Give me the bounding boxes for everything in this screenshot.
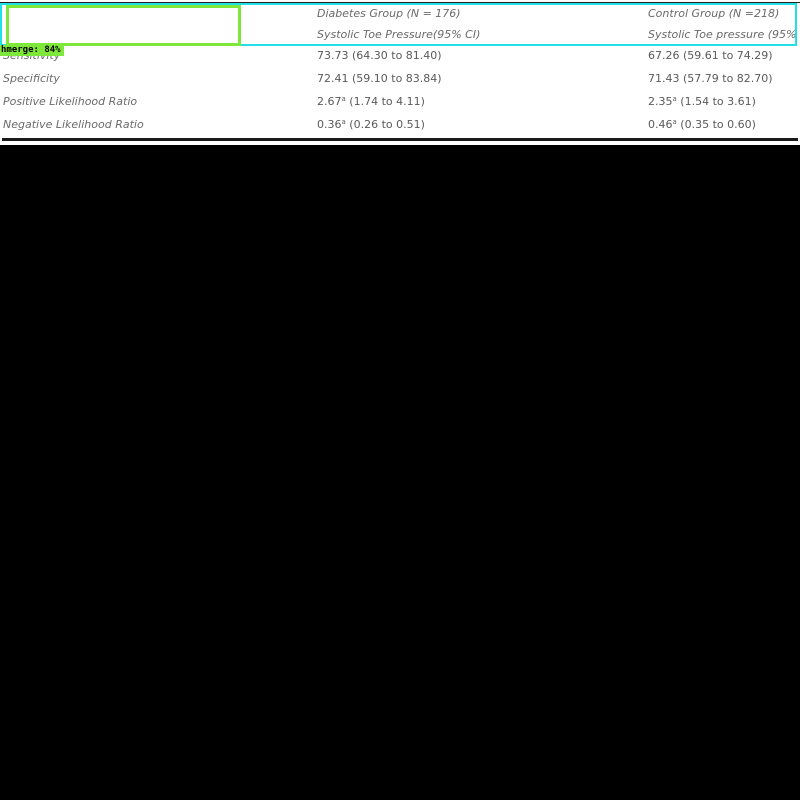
row-positive-lr-col1: 2.67a (1.74 to 4.11)	[317, 95, 425, 109]
footnote-mark: a	[341, 118, 346, 126]
stub-cell-box	[6, 5, 241, 46]
ci-text: (1.54 to 3.61)	[680, 95, 756, 108]
row-sensitivity-col1: 73.73 (64.30 to 81.40)	[317, 49, 442, 62]
footnote-mark: a	[672, 118, 677, 126]
row-label-negative-lr: Negative Likelihood Ratio	[3, 118, 144, 131]
row-negative-lr-col1: 0.36a (0.26 to 0.51)	[317, 118, 425, 132]
row-negative-lr-col2: 0.46a (0.35 to 0.60)	[648, 118, 756, 132]
value-text: 0.46	[648, 118, 673, 131]
row-specificity-col2: 71.43 (57.79 to 82.70)	[648, 72, 773, 85]
ci-text: (0.35 to 0.60)	[680, 118, 756, 131]
ci-text: (1.74 to 4.11)	[349, 95, 425, 108]
merge-score-tag: hmerge: 84%	[0, 45, 64, 56]
value-text: 2.35	[648, 95, 673, 108]
table-bottom-rule	[2, 138, 798, 141]
row-label-positive-lr: Positive Likelihood Ratio	[3, 95, 138, 108]
row-label-specificity: Specificity	[3, 72, 60, 85]
value-text: 0.36	[317, 118, 342, 131]
row-sensitivity-col2: 67.26 (59.61 to 74.29)	[648, 49, 773, 62]
footnote-mark: a	[341, 95, 346, 103]
ci-text: (0.26 to 0.51)	[349, 118, 425, 131]
row-specificity-col1: 72.41 (59.10 to 83.84)	[317, 72, 442, 85]
value-text: 2.67	[317, 95, 342, 108]
row-positive-lr-col2: 2.35a (1.54 to 3.61)	[648, 95, 756, 109]
footnote-mark: a	[672, 95, 677, 103]
